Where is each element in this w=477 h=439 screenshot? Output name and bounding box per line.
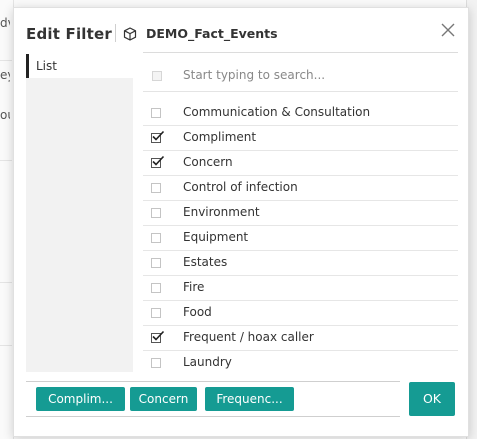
- header-divider: [115, 24, 116, 42]
- dialog-header: Edit Filter DEMO_Fact_Events: [14, 8, 468, 52]
- selected-chip-frequent[interactable]: Frequenc...: [205, 387, 294, 411]
- filter-type-nav: List: [26, 54, 133, 372]
- item-checkbox[interactable]: [151, 130, 165, 143]
- value-list: Communication & Consultation Compliment Co…: [143, 101, 458, 373]
- item-checkbox[interactable]: [151, 358, 161, 368]
- panel-divider: [143, 52, 458, 53]
- item-label: Compliment: [183, 130, 257, 144]
- search-input[interactable]: [183, 66, 443, 84]
- footer-divider: [26, 416, 400, 417]
- list-item[interactable]: Equipment: [143, 226, 458, 251]
- item-checkbox[interactable]: [151, 155, 165, 168]
- item-label: Control of infection: [183, 180, 298, 194]
- list-item[interactable]: Estates: [143, 251, 458, 276]
- item-label: Food: [183, 305, 212, 319]
- select-all-checkbox[interactable]: [152, 71, 162, 81]
- table-name: DEMO_Fact_Events: [146, 26, 278, 41]
- item-checkbox[interactable]: [151, 308, 161, 318]
- checkmark-icon: [152, 155, 165, 166]
- item-label: Estates: [183, 255, 228, 269]
- item-checkbox[interactable]: [151, 258, 161, 268]
- background-divider: [0, 60, 12, 61]
- selected-chip-compliment[interactable]: Complim...: [36, 387, 125, 411]
- list-item[interactable]: Concern: [143, 151, 458, 176]
- item-label: Laundry: [183, 355, 232, 369]
- selected-chip-concern[interactable]: Concern: [130, 387, 197, 411]
- search-row: [143, 59, 458, 92]
- ok-button[interactable]: OK: [409, 382, 455, 416]
- item-label: Equipment: [183, 230, 249, 244]
- list-item[interactable]: Communication & Consultation: [143, 101, 458, 126]
- list-item[interactable]: Laundry: [143, 351, 458, 373]
- close-icon[interactable]: [440, 22, 456, 38]
- background-text-fragment: ou: [0, 108, 10, 122]
- filter-list-panel: Communication & Consultation Compliment Co…: [143, 52, 458, 373]
- item-label: Communication & Consultation: [183, 105, 371, 119]
- item-label: Fire: [183, 280, 205, 294]
- background-divider: [0, 160, 12, 161]
- background-text-fragment: ey: [0, 68, 10, 82]
- cube-icon: [123, 27, 137, 41]
- item-label: Frequent / hoax caller: [183, 330, 314, 344]
- list-item[interactable]: Frequent / hoax caller: [143, 326, 458, 351]
- list-item[interactable]: Compliment: [143, 126, 458, 151]
- list-item[interactable]: Environment: [143, 201, 458, 226]
- edit-filter-dialog: Edit Filter DEMO_Fact_Events List Commun…: [13, 7, 469, 437]
- list-item[interactable]: Food: [143, 301, 458, 326]
- checkmark-icon: [152, 330, 165, 341]
- list-item[interactable]: Control of infection: [143, 176, 458, 201]
- background-divider: [0, 282, 12, 283]
- background-text-fragment: dv: [0, 16, 10, 30]
- checkmark-icon: [152, 130, 165, 141]
- footer-divider: [26, 381, 400, 382]
- nav-item-list[interactable]: List: [26, 54, 133, 78]
- item-checkbox[interactable]: [151, 208, 161, 218]
- list-item[interactable]: Fire: [143, 276, 458, 301]
- item-checkbox[interactable]: [151, 233, 161, 243]
- item-checkbox[interactable]: [151, 108, 161, 118]
- item-checkbox[interactable]: [151, 183, 161, 193]
- background-divider: [0, 345, 12, 346]
- item-checkbox[interactable]: [151, 283, 161, 293]
- dialog-title: Edit Filter: [26, 25, 112, 43]
- item-checkbox[interactable]: [151, 330, 165, 343]
- item-label: Environment: [183, 205, 260, 219]
- item-label: Concern: [183, 155, 233, 169]
